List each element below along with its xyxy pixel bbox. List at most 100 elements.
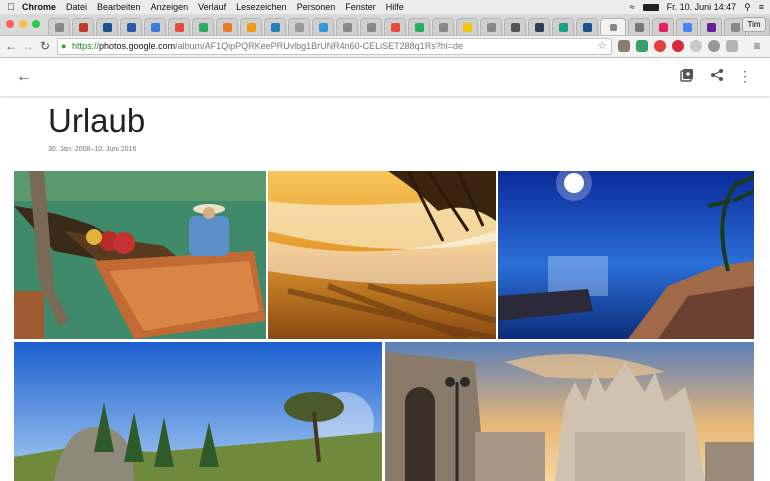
favicon-icon	[582, 22, 592, 32]
browser-tab[interactable]	[504, 18, 526, 35]
photo-beach-sunset[interactable]	[268, 171, 496, 339]
favicon-icon	[54, 22, 64, 32]
window-controls	[6, 20, 40, 28]
adblock-icon[interactable]	[654, 40, 666, 52]
pinterest-icon[interactable]	[672, 40, 684, 52]
forward-icon[interactable]: →	[21, 39, 35, 53]
url-host: photos.google.com	[99, 41, 176, 51]
favicon-icon	[534, 22, 544, 32]
browser-tab[interactable]	[700, 18, 722, 35]
favicon-icon	[486, 22, 496, 32]
lock-icon: ●	[61, 41, 67, 51]
browser-tab[interactable]	[628, 18, 650, 35]
browser-tab[interactable]	[652, 18, 674, 35]
favicon-icon	[658, 22, 668, 32]
browser-tab[interactable]	[48, 18, 70, 35]
browser-tab[interactable]	[456, 18, 478, 35]
back-icon[interactable]: ←	[4, 39, 18, 53]
photo-mountain-trees[interactable]	[14, 342, 382, 481]
browser-tab[interactable]	[96, 18, 118, 35]
favicon-icon	[510, 22, 520, 32]
menu-verlauf[interactable]: Verlauf	[198, 2, 226, 12]
close-window-button[interactable]	[6, 20, 14, 28]
browser-toolbar: ← → ↻ ● https://photos.google.com/album/…	[0, 36, 770, 58]
menu-bearbeiten[interactable]: Bearbeiten	[97, 2, 141, 12]
menu-fenster[interactable]: Fenster	[345, 2, 376, 12]
browser-tab[interactable]	[384, 18, 406, 35]
extension-icon[interactable]	[690, 40, 702, 52]
browser-tab[interactable]	[312, 18, 334, 35]
browser-tab[interactable]	[240, 18, 262, 35]
extension-icon[interactable]	[708, 40, 720, 52]
photo-night-coast[interactable]	[498, 171, 754, 339]
profile-button[interactable]: Tim	[742, 17, 766, 32]
favicon-icon	[730, 22, 740, 32]
extension-icon[interactable]	[618, 40, 630, 52]
menu-datei[interactable]: Datei	[66, 2, 87, 12]
photo-milan-cathedral[interactable]	[385, 342, 754, 481]
browser-tab[interactable]	[192, 18, 214, 35]
minimize-window-button[interactable]	[19, 20, 27, 28]
photo-floating-market[interactable]	[14, 171, 266, 339]
more-vert-icon[interactable]: ⋮	[736, 68, 754, 85]
favicon-icon	[609, 23, 617, 31]
browser-tab[interactable]	[360, 18, 382, 35]
favicon-icon	[318, 22, 328, 32]
url-path: /album/AF1QipPQRKeePRUvlbg1BrUNR4n60-CEL…	[175, 41, 463, 51]
favicon-icon	[270, 22, 280, 32]
favicon-icon	[682, 22, 692, 32]
zoom-window-button[interactable]	[32, 20, 40, 28]
battery-icon[interactable]	[642, 3, 659, 11]
wifi-icon[interactable]: ≈	[630, 2, 635, 12]
browser-tab[interactable]	[216, 18, 238, 35]
browser-tab[interactable]	[528, 18, 550, 35]
share-icon[interactable]	[708, 68, 726, 85]
browser-tab[interactable]	[144, 18, 166, 35]
chrome-menu-icon[interactable]: ≡	[750, 39, 764, 53]
favicon-icon	[198, 22, 208, 32]
menubar-clock[interactable]: Fr. 10. Juni 14:47	[667, 2, 737, 12]
browser-tab[interactable]	[552, 18, 574, 35]
browser-tab[interactable]	[336, 18, 358, 35]
browser-tab[interactable]	[432, 18, 454, 35]
browser-tab[interactable]	[120, 18, 142, 35]
browser-tab[interactable]	[168, 18, 190, 35]
tab-strip: Tim	[0, 14, 770, 36]
menu-anzeigen[interactable]: Anzeigen	[151, 2, 189, 12]
favicon-icon	[462, 22, 472, 32]
menu-lesezeichen[interactable]: Lesezeichen	[236, 2, 287, 12]
browser-tab[interactable]	[676, 18, 698, 35]
favicon-icon	[126, 22, 136, 32]
url-scheme: https://	[72, 41, 100, 51]
browser-tab[interactable]	[576, 18, 598, 35]
album-title[interactable]: Urlaub	[48, 102, 145, 140]
menu-chrome[interactable]: Chrome	[22, 2, 56, 12]
favicon-icon	[390, 22, 400, 32]
notification-center-icon[interactable]: ≡	[759, 2, 764, 12]
browser-tab[interactable]	[408, 18, 430, 35]
favicon-icon	[222, 22, 232, 32]
menu-personen[interactable]: Personen	[297, 2, 336, 12]
apple-icon[interactable]: 	[0, 2, 22, 13]
spotlight-icon[interactable]: ⚲	[744, 2, 751, 13]
favicon-icon	[294, 22, 304, 32]
extension-icon[interactable]	[636, 40, 648, 52]
favicon-icon	[342, 22, 352, 32]
favicon-icon	[102, 22, 112, 32]
favicon-icon	[150, 22, 160, 32]
browser-tab[interactable]	[72, 18, 94, 35]
album-date-range: 30. Jan. 2008–10. Juni 2016	[48, 146, 137, 153]
favicon-icon	[366, 22, 376, 32]
reload-icon[interactable]: ↻	[38, 39, 52, 53]
browser-tab[interactable]	[600, 18, 626, 35]
address-bar[interactable]: ● https://photos.google.com/album/AF1Qip…	[57, 38, 612, 55]
back-arrow-icon[interactable]: ←	[16, 68, 32, 86]
browser-tab[interactable]	[480, 18, 502, 35]
extension-icon[interactable]	[726, 40, 738, 52]
star-icon[interactable]: ☆	[597, 39, 607, 54]
menu-hilfe[interactable]: Hilfe	[386, 2, 404, 12]
add-to-album-icon[interactable]	[678, 68, 696, 85]
favicon-icon	[174, 22, 184, 32]
browser-tab[interactable]	[264, 18, 286, 35]
browser-tab[interactable]	[288, 18, 310, 35]
